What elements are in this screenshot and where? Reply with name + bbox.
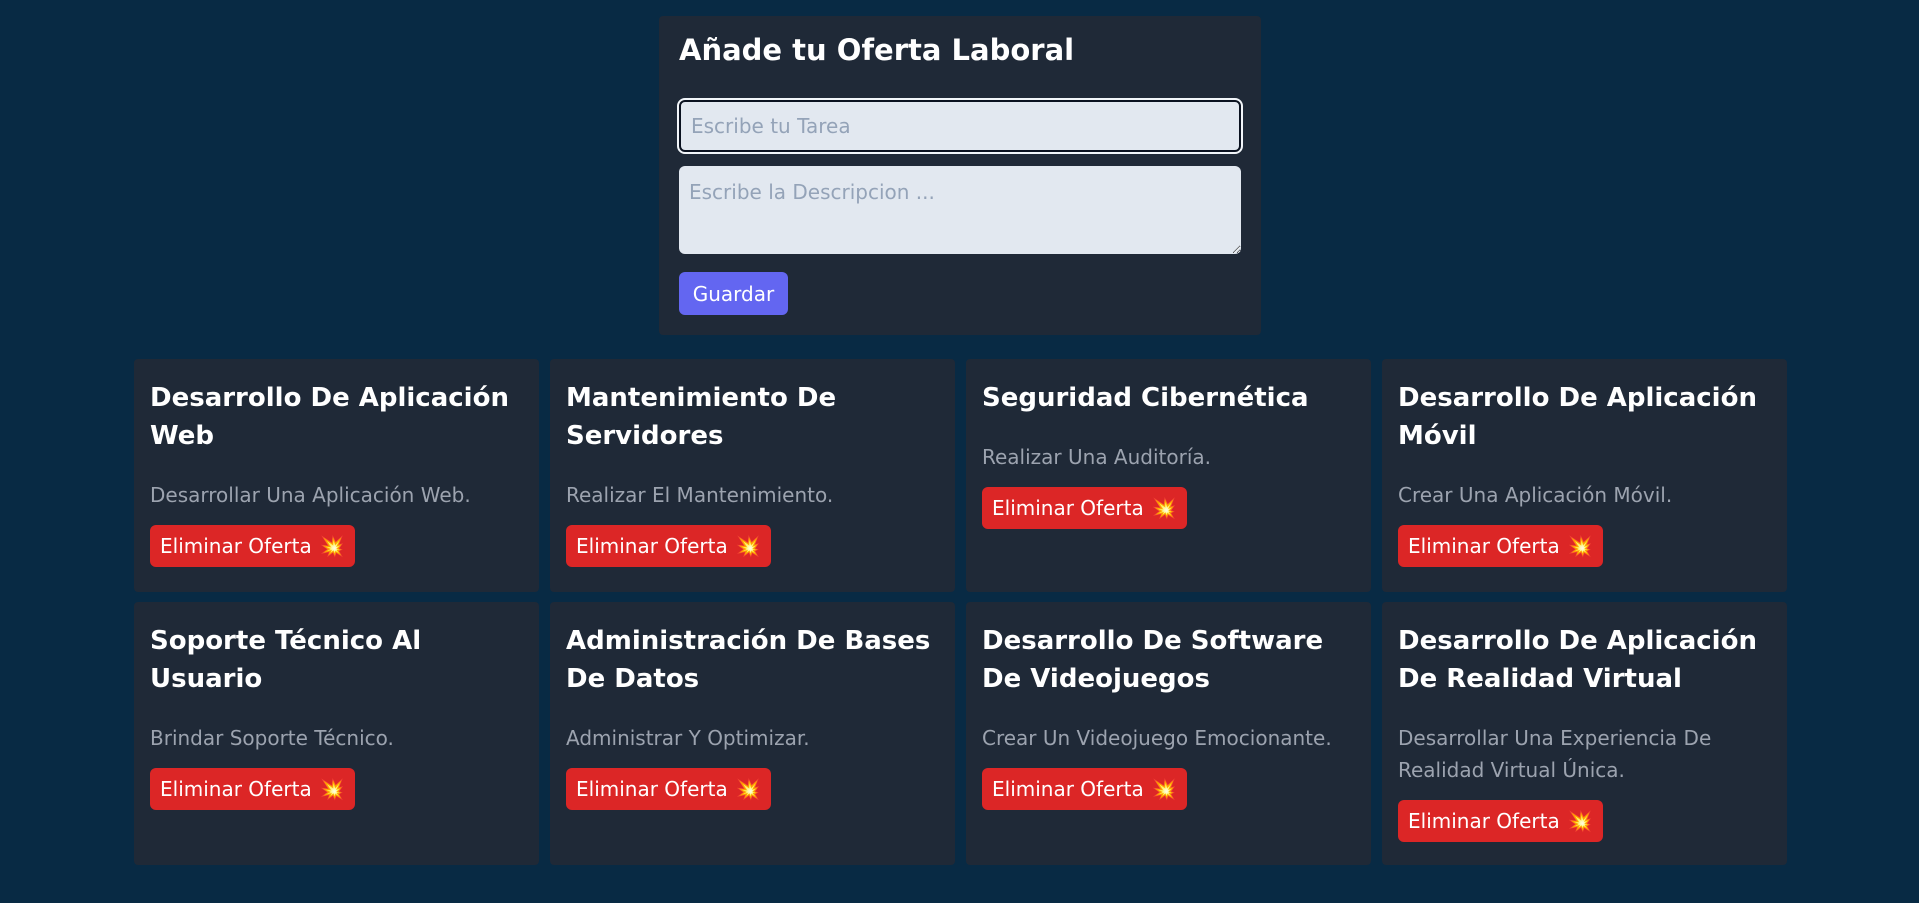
job-description: Brindar Soporte Técnico. (150, 726, 394, 750)
job-description: Administrar Y Optimizar. (566, 726, 810, 750)
job-description: Realizar Una Auditoría. (982, 445, 1212, 469)
job-title: Desarrollo De Software De Videojuegos (982, 626, 1324, 694)
job-card: Soporte Técnico Al Usuario Brindar Sopor… (134, 602, 539, 865)
delete-offer-button[interactable]: Eliminar Oferta 💥 (1398, 800, 1603, 842)
description-textarea[interactable] (679, 166, 1241, 254)
delete-offer-label: Eliminar Oferta (1408, 534, 1560, 558)
job-title: Desarrollo De Aplicación De Realidad Vir… (1398, 626, 1757, 694)
job-description: Realizar El Mantenimiento. (566, 483, 834, 507)
job-card: Administración De Bases De Datos Adminis… (550, 602, 955, 865)
delete-offer-button[interactable]: Eliminar Oferta 💥 (1398, 525, 1603, 567)
job-title: Desarrollo De Aplicación Web (150, 383, 509, 451)
job-title: Desarrollo De Aplicación Móvil (1398, 383, 1757, 451)
explosion-icon: 💥 (1151, 496, 1177, 520)
delete-offer-button[interactable]: Eliminar Oferta 💥 (150, 525, 355, 567)
job-description: Desarrollar Una Experiencia De Realidad … (1398, 726, 1712, 782)
task-input[interactable] (677, 98, 1243, 154)
job-card: Desarrollo De Aplicación Móvil Crear Una… (1382, 359, 1787, 592)
job-card: Desarrollo De Aplicación Web Desarrollar… (134, 359, 539, 592)
explosion-icon: 💥 (1151, 777, 1177, 801)
explosion-icon: 💥 (735, 777, 761, 801)
job-title: Administración De Bases De Datos (566, 626, 931, 694)
delete-offer-label: Eliminar Oferta (576, 777, 728, 801)
explosion-icon: 💥 (735, 534, 761, 558)
job-title: Seguridad Cibernética (982, 383, 1309, 413)
delete-offer-button[interactable]: Eliminar Oferta 💥 (566, 768, 771, 810)
delete-offer-button[interactable]: Eliminar Oferta 💥 (982, 768, 1187, 810)
explosion-icon: 💥 (1567, 534, 1593, 558)
delete-offer-label: Eliminar Oferta (992, 777, 1144, 801)
delete-offer-button[interactable]: Eliminar Oferta 💥 (982, 487, 1187, 529)
form-title: Añade tu Oferta Laboral (679, 33, 1075, 67)
job-offer-form: Añade tu Oferta Laboral Guardar (659, 16, 1261, 335)
delete-offer-label: Eliminar Oferta (992, 496, 1144, 520)
explosion-icon: 💥 (319, 777, 345, 801)
delete-offer-button[interactable]: Eliminar Oferta 💥 (150, 768, 355, 810)
delete-offer-button[interactable]: Eliminar Oferta 💥 (566, 525, 771, 567)
job-description: Desarrollar Una Aplicación Web. (150, 483, 471, 507)
delete-offer-label: Eliminar Oferta (1408, 809, 1560, 833)
explosion-icon: 💥 (319, 534, 345, 558)
job-description: Crear Un Videojuego Emocionante. (982, 726, 1332, 750)
save-button[interactable]: Guardar (679, 272, 788, 315)
job-description: Crear Una Aplicación Móvil. (1398, 483, 1673, 507)
job-card: Desarrollo De Software De Videojuegos Cr… (966, 602, 1371, 865)
delete-offer-label: Eliminar Oferta (160, 777, 312, 801)
delete-offer-label: Eliminar Oferta (160, 534, 312, 558)
job-title: Soporte Técnico Al Usuario (150, 626, 422, 694)
job-card: Seguridad Cibernética Realizar Una Audit… (966, 359, 1371, 592)
explosion-icon: 💥 (1567, 809, 1593, 833)
job-card: Mantenimiento De Servidores Realizar El … (550, 359, 955, 592)
delete-offer-label: Eliminar Oferta (576, 534, 728, 558)
job-card: Desarrollo De Aplicación De Realidad Vir… (1382, 602, 1787, 865)
job-title: Mantenimiento De Servidores (566, 383, 837, 451)
